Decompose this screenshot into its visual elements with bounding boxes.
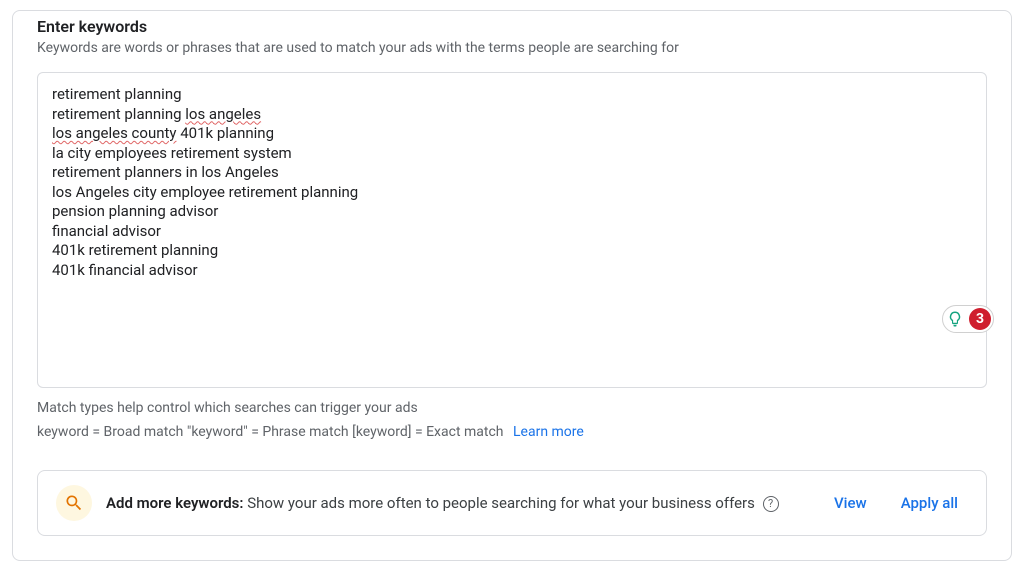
suggestion-bold: Add more keywords: [106,494,243,512]
section-subtitle: Keywords are words or phrases that are u… [37,40,987,56]
match-types-hint-2: keyword = Broad match "keyword" = Phrase… [37,424,987,440]
keywords-text-content: retirement planningretirement planning l… [38,73,986,292]
suggestion-text: Add more keywords: Show your ads more of… [106,493,810,514]
suggestion-rest: Show your ads more often to people searc… [243,494,758,512]
match-types-hint-1: Match types help control which searches … [37,400,987,416]
view-button[interactable]: View [824,490,877,516]
suggestions-pill[interactable]: 3 [942,305,994,333]
keyword-suggestion-card: Add more keywords: Show your ads more of… [37,470,987,536]
help-icon[interactable]: ? [763,496,779,512]
keywords-panel: Enter keywords Keywords are words or phr… [12,10,1012,561]
learn-more-link[interactable]: Learn more [513,424,584,440]
search-icon [56,485,92,521]
match-types-legend: keyword = Broad match "keyword" = Phrase… [37,424,504,440]
apply-all-button[interactable]: Apply all [891,490,968,516]
suggestions-count-badge: 3 [969,308,991,330]
section-title: Enter keywords [37,17,987,36]
keywords-textarea[interactable]: retirement planningretirement planning l… [37,72,987,388]
lightbulb-icon [945,309,965,329]
